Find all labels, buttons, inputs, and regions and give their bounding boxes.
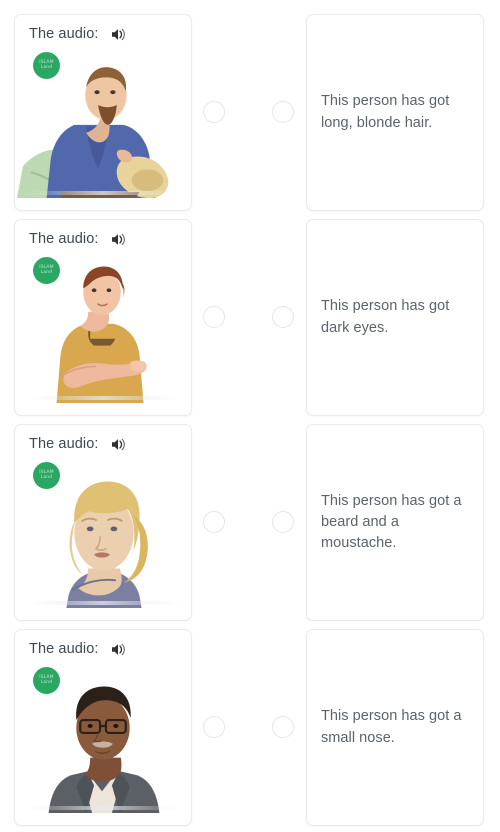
watermark-badge: ISLAM Land bbox=[33, 257, 60, 284]
audio-label: The audio: bbox=[29, 436, 99, 452]
audio-illustration: ISLAM Land bbox=[15, 251, 191, 403]
speaker-volume-icon[interactable] bbox=[111, 232, 128, 247]
match-radio-right[interactable] bbox=[272, 716, 294, 738]
match-row: The audio: ISLAM Land This person has go… bbox=[0, 14, 500, 214]
card-bottom-fade bbox=[25, 601, 181, 605]
statement-text: This person has got long, blonde hair. bbox=[321, 93, 450, 131]
watermark-badge: ISLAM Land bbox=[33, 667, 60, 694]
audio-card[interactable]: The audio: ISLAM Land bbox=[14, 219, 192, 416]
speaker-volume-icon[interactable] bbox=[111, 437, 128, 452]
statement-text: This person has got dark eyes. bbox=[321, 298, 450, 336]
statement-card[interactable]: This person has got dark eyes. bbox=[306, 219, 484, 416]
watermark-line-2: Land bbox=[40, 269, 53, 275]
watermark-line-2: Land bbox=[40, 474, 53, 480]
audio-header: The audio: bbox=[15, 630, 191, 661]
audio-header: The audio: bbox=[15, 220, 191, 251]
audio-label: The audio: bbox=[29, 231, 99, 247]
watermark-line-2: Land bbox=[40, 64, 53, 70]
match-radio-right[interactable] bbox=[272, 101, 294, 123]
watermark-badge: ISLAM Land bbox=[33, 462, 60, 489]
match-row: The audio: ISLAM Land This person has go… bbox=[0, 219, 500, 419]
audio-illustration: ISLAM Land bbox=[15, 456, 191, 608]
statement-text: This person has got a small nose. bbox=[321, 708, 462, 746]
match-radio-left[interactable] bbox=[203, 306, 225, 328]
match-row: The audio: ISLAM Land This person has go… bbox=[0, 629, 500, 832]
speaker-volume-icon[interactable] bbox=[111, 27, 128, 42]
audio-illustration: ISLAM Land bbox=[15, 46, 191, 198]
audio-label: The audio: bbox=[29, 26, 99, 42]
audio-header: The audio: bbox=[15, 425, 191, 456]
match-radio-right[interactable] bbox=[272, 511, 294, 533]
statement-text: This person has got a beard and a mousta… bbox=[321, 492, 462, 551]
watermark-line-2: Land bbox=[40, 679, 53, 685]
card-bottom-fade bbox=[25, 806, 181, 810]
match-row: The audio: ISLAM Land This person has go… bbox=[0, 424, 500, 624]
matching-exercise-page: The audio: ISLAM Land This person has go… bbox=[0, 0, 500, 832]
speaker-volume-icon[interactable] bbox=[111, 642, 128, 657]
statement-card[interactable]: This person has got long, blonde hair. bbox=[306, 14, 484, 211]
audio-card[interactable]: The audio: ISLAM Land bbox=[14, 629, 192, 826]
audio-card[interactable]: The audio: ISLAM Land bbox=[14, 424, 192, 621]
match-radio-left[interactable] bbox=[203, 511, 225, 533]
audio-illustration: ISLAM Land bbox=[15, 661, 191, 813]
statement-card[interactable]: This person has got a beard and a mousta… bbox=[306, 424, 484, 621]
match-radio-left[interactable] bbox=[203, 716, 225, 738]
statement-card[interactable]: This person has got a small nose. bbox=[306, 629, 484, 826]
card-bottom-fade bbox=[25, 396, 181, 400]
audio-label: The audio: bbox=[29, 641, 99, 657]
match-radio-right[interactable] bbox=[272, 306, 294, 328]
match-radio-left[interactable] bbox=[203, 101, 225, 123]
watermark-badge: ISLAM Land bbox=[33, 52, 60, 79]
audio-card[interactable]: The audio: ISLAM Land bbox=[14, 14, 192, 211]
card-bottom-fade bbox=[25, 191, 181, 195]
audio-header: The audio: bbox=[15, 15, 191, 46]
